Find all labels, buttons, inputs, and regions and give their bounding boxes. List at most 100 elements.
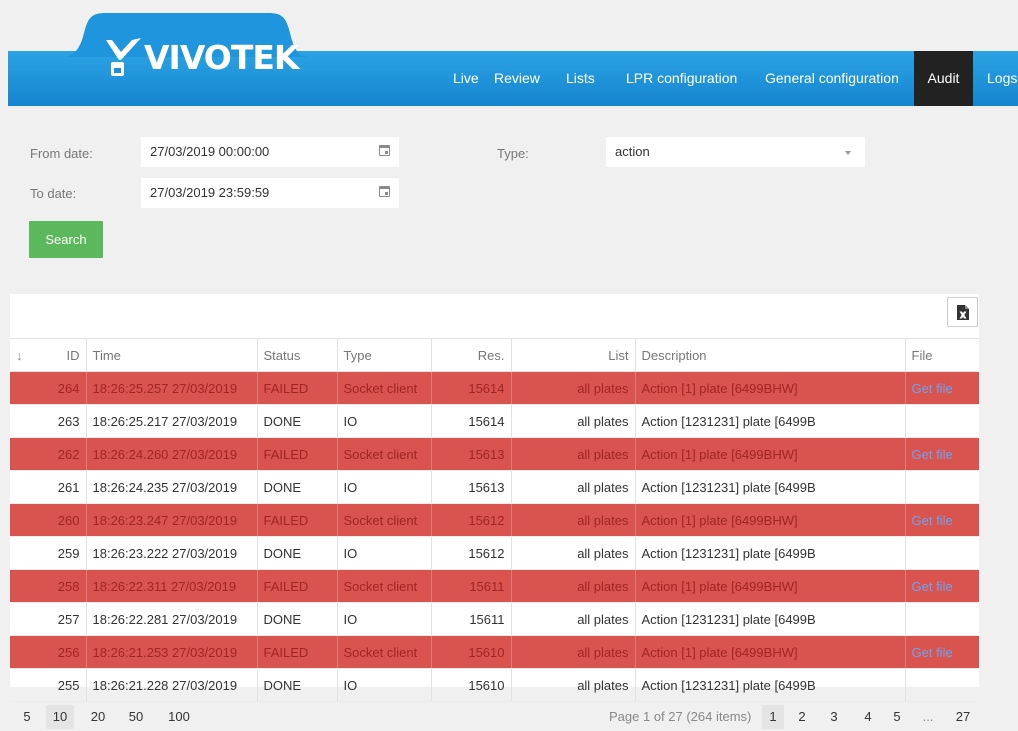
cell-time: 18:26:21.253 27/03/2019 bbox=[85, 635, 257, 669]
cell-id: 263 bbox=[10, 404, 86, 438]
cell-res: 15611 bbox=[430, 569, 511, 603]
cell-id: 255 bbox=[10, 668, 86, 702]
cell-type: Socket client bbox=[336, 437, 431, 471]
cell-time: 18:26:22.311 27/03/2019 bbox=[85, 569, 257, 603]
nav-lpr-configuration[interactable]: LPR configuration bbox=[626, 51, 737, 106]
sort-descending-icon[interactable]: ↓ bbox=[16, 348, 23, 363]
column-header-list[interactable]: List bbox=[510, 338, 635, 372]
cell-description: Action [1231231] plate [6499B bbox=[634, 404, 905, 438]
page-2-button[interactable]: 2 bbox=[792, 705, 812, 729]
cell-type: Socket client bbox=[336, 635, 431, 669]
from-date-label: From date: bbox=[30, 146, 93, 161]
cell-description: Action [1] plate [6499BHW] bbox=[634, 371, 905, 405]
cell-time: 18:26:23.222 27/03/2019 bbox=[85, 536, 257, 570]
cell-status: DONE bbox=[256, 404, 337, 438]
cell-time: 18:26:24.260 27/03/2019 bbox=[85, 437, 257, 471]
column-header-type[interactable]: Type bbox=[336, 338, 431, 372]
get-file-link[interactable]: Get file bbox=[912, 579, 953, 594]
cell-res: 15613 bbox=[430, 470, 511, 504]
column-header-res[interactable]: Res. bbox=[430, 338, 511, 372]
nav-audit[interactable]: Audit bbox=[914, 51, 973, 106]
table-row[interactable]: 255 18:26:21.228 27/03/2019 DONE IO 1561… bbox=[10, 668, 979, 702]
cell-file bbox=[904, 536, 979, 570]
cell-list: all plates bbox=[510, 503, 635, 537]
cell-status: FAILED bbox=[256, 635, 337, 669]
calendar-icon[interactable] bbox=[379, 186, 390, 197]
cell-id: 261 bbox=[10, 470, 86, 504]
column-header-id[interactable]: ↓ ID bbox=[10, 338, 86, 372]
cell-id: 257 bbox=[10, 602, 86, 636]
chevron-down-icon bbox=[845, 151, 851, 155]
page-size-100[interactable]: 100 bbox=[160, 705, 198, 729]
cell-id: 258 bbox=[10, 569, 86, 603]
from-date-field[interactable]: 27/03/2019 00:00:00 bbox=[141, 137, 399, 167]
to-date-field[interactable]: 27/03/2019 23:59:59 bbox=[141, 178, 399, 208]
cell-id: 260 bbox=[10, 503, 86, 537]
table-row[interactable]: 259 18:26:23.222 27/03/2019 DONE IO 1561… bbox=[10, 536, 979, 570]
cell-description: Action [1231231] plate [6499B bbox=[634, 668, 905, 702]
cell-res: 15614 bbox=[430, 404, 511, 438]
from-date-value: 27/03/2019 00:00:00 bbox=[150, 144, 270, 159]
table-row[interactable]: 261 18:26:24.235 27/03/2019 DONE IO 1561… bbox=[10, 470, 979, 504]
table-row[interactable]: 257 18:26:22.281 27/03/2019 DONE IO 1561… bbox=[10, 602, 979, 636]
nav-logs[interactable]: Logs bbox=[987, 51, 1018, 106]
cell-list: all plates bbox=[510, 470, 635, 504]
nav-live[interactable]: Live bbox=[453, 51, 479, 106]
page-1-button[interactable]: 1 bbox=[762, 705, 784, 729]
table-row[interactable]: 256 18:26:21.253 27/03/2019 FAILED Socke… bbox=[10, 635, 979, 669]
get-file-link[interactable]: Get file bbox=[912, 513, 953, 528]
table-row[interactable]: 263 18:26:25.217 27/03/2019 DONE IO 1561… bbox=[10, 404, 979, 438]
column-header-description[interactable]: Description bbox=[634, 338, 905, 372]
cell-type: IO bbox=[336, 536, 431, 570]
cell-status: DONE bbox=[256, 668, 337, 702]
page-size-50[interactable]: 50 bbox=[122, 705, 150, 729]
cell-id: 262 bbox=[10, 437, 86, 471]
type-select[interactable]: action bbox=[606, 137, 865, 167]
cell-file bbox=[904, 668, 979, 702]
cell-id: 259 bbox=[10, 536, 86, 570]
nav-review[interactable]: Review bbox=[494, 51, 540, 106]
cell-list: all plates bbox=[510, 602, 635, 636]
nav-general-configuration[interactable]: General configuration bbox=[765, 51, 899, 106]
get-file-link[interactable]: Get file bbox=[912, 645, 953, 660]
page-size-10[interactable]: 10 bbox=[46, 705, 74, 729]
page-3-button[interactable]: 3 bbox=[824, 705, 844, 729]
cell-id: 264 bbox=[10, 371, 86, 405]
cell-type: Socket client bbox=[336, 503, 431, 537]
cell-list: all plates bbox=[510, 371, 635, 405]
cell-status: DONE bbox=[256, 470, 337, 504]
page-4-button[interactable]: 4 bbox=[858, 705, 878, 729]
cell-res: 15614 bbox=[430, 371, 511, 405]
page-27-button[interactable]: 27 bbox=[951, 705, 975, 729]
cell-file bbox=[904, 602, 979, 636]
cell-res: 15610 bbox=[430, 668, 511, 702]
cell-time: 18:26:23.247 27/03/2019 bbox=[85, 503, 257, 537]
export-excel-button[interactable] bbox=[947, 297, 978, 327]
table-row[interactable]: 260 18:26:23.247 27/03/2019 FAILED Socke… bbox=[10, 503, 979, 537]
get-file-link[interactable]: Get file bbox=[912, 447, 953, 462]
page-5-button[interactable]: 5 bbox=[887, 705, 907, 729]
nav-lists[interactable]: Lists bbox=[566, 51, 595, 106]
cell-time: 18:26:21.228 27/03/2019 bbox=[85, 668, 257, 702]
table-row[interactable]: 264 18:26:25.257 27/03/2019 FAILED Socke… bbox=[10, 371, 979, 405]
cell-description: Action [1] plate [6499BHW] bbox=[634, 503, 905, 537]
excel-icon bbox=[957, 305, 969, 320]
type-select-value: action bbox=[615, 144, 650, 159]
page-size-5[interactable]: 5 bbox=[17, 705, 37, 729]
cell-type: Socket client bbox=[336, 569, 431, 603]
cell-list: all plates bbox=[510, 635, 635, 669]
column-header-status[interactable]: Status bbox=[256, 338, 337, 372]
table-row[interactable]: 258 18:26:22.311 27/03/2019 FAILED Socke… bbox=[10, 569, 979, 603]
get-file-link[interactable]: Get file bbox=[912, 381, 953, 396]
calendar-icon[interactable] bbox=[379, 145, 390, 156]
cell-list: all plates bbox=[510, 437, 635, 471]
page-size-20[interactable]: 20 bbox=[84, 705, 112, 729]
cell-description: Action [1231231] plate [6499B bbox=[634, 470, 905, 504]
page-ellipsis[interactable]: ... bbox=[914, 705, 942, 729]
cell-res: 15613 bbox=[430, 437, 511, 471]
table-row[interactable]: 262 18:26:24.260 27/03/2019 FAILED Socke… bbox=[10, 437, 979, 471]
column-header-file[interactable]: File bbox=[904, 338, 979, 372]
column-header-time[interactable]: Time bbox=[85, 338, 257, 372]
cell-description: Action [1231231] plate [6499B bbox=[634, 536, 905, 570]
search-button[interactable]: Search bbox=[29, 221, 103, 258]
